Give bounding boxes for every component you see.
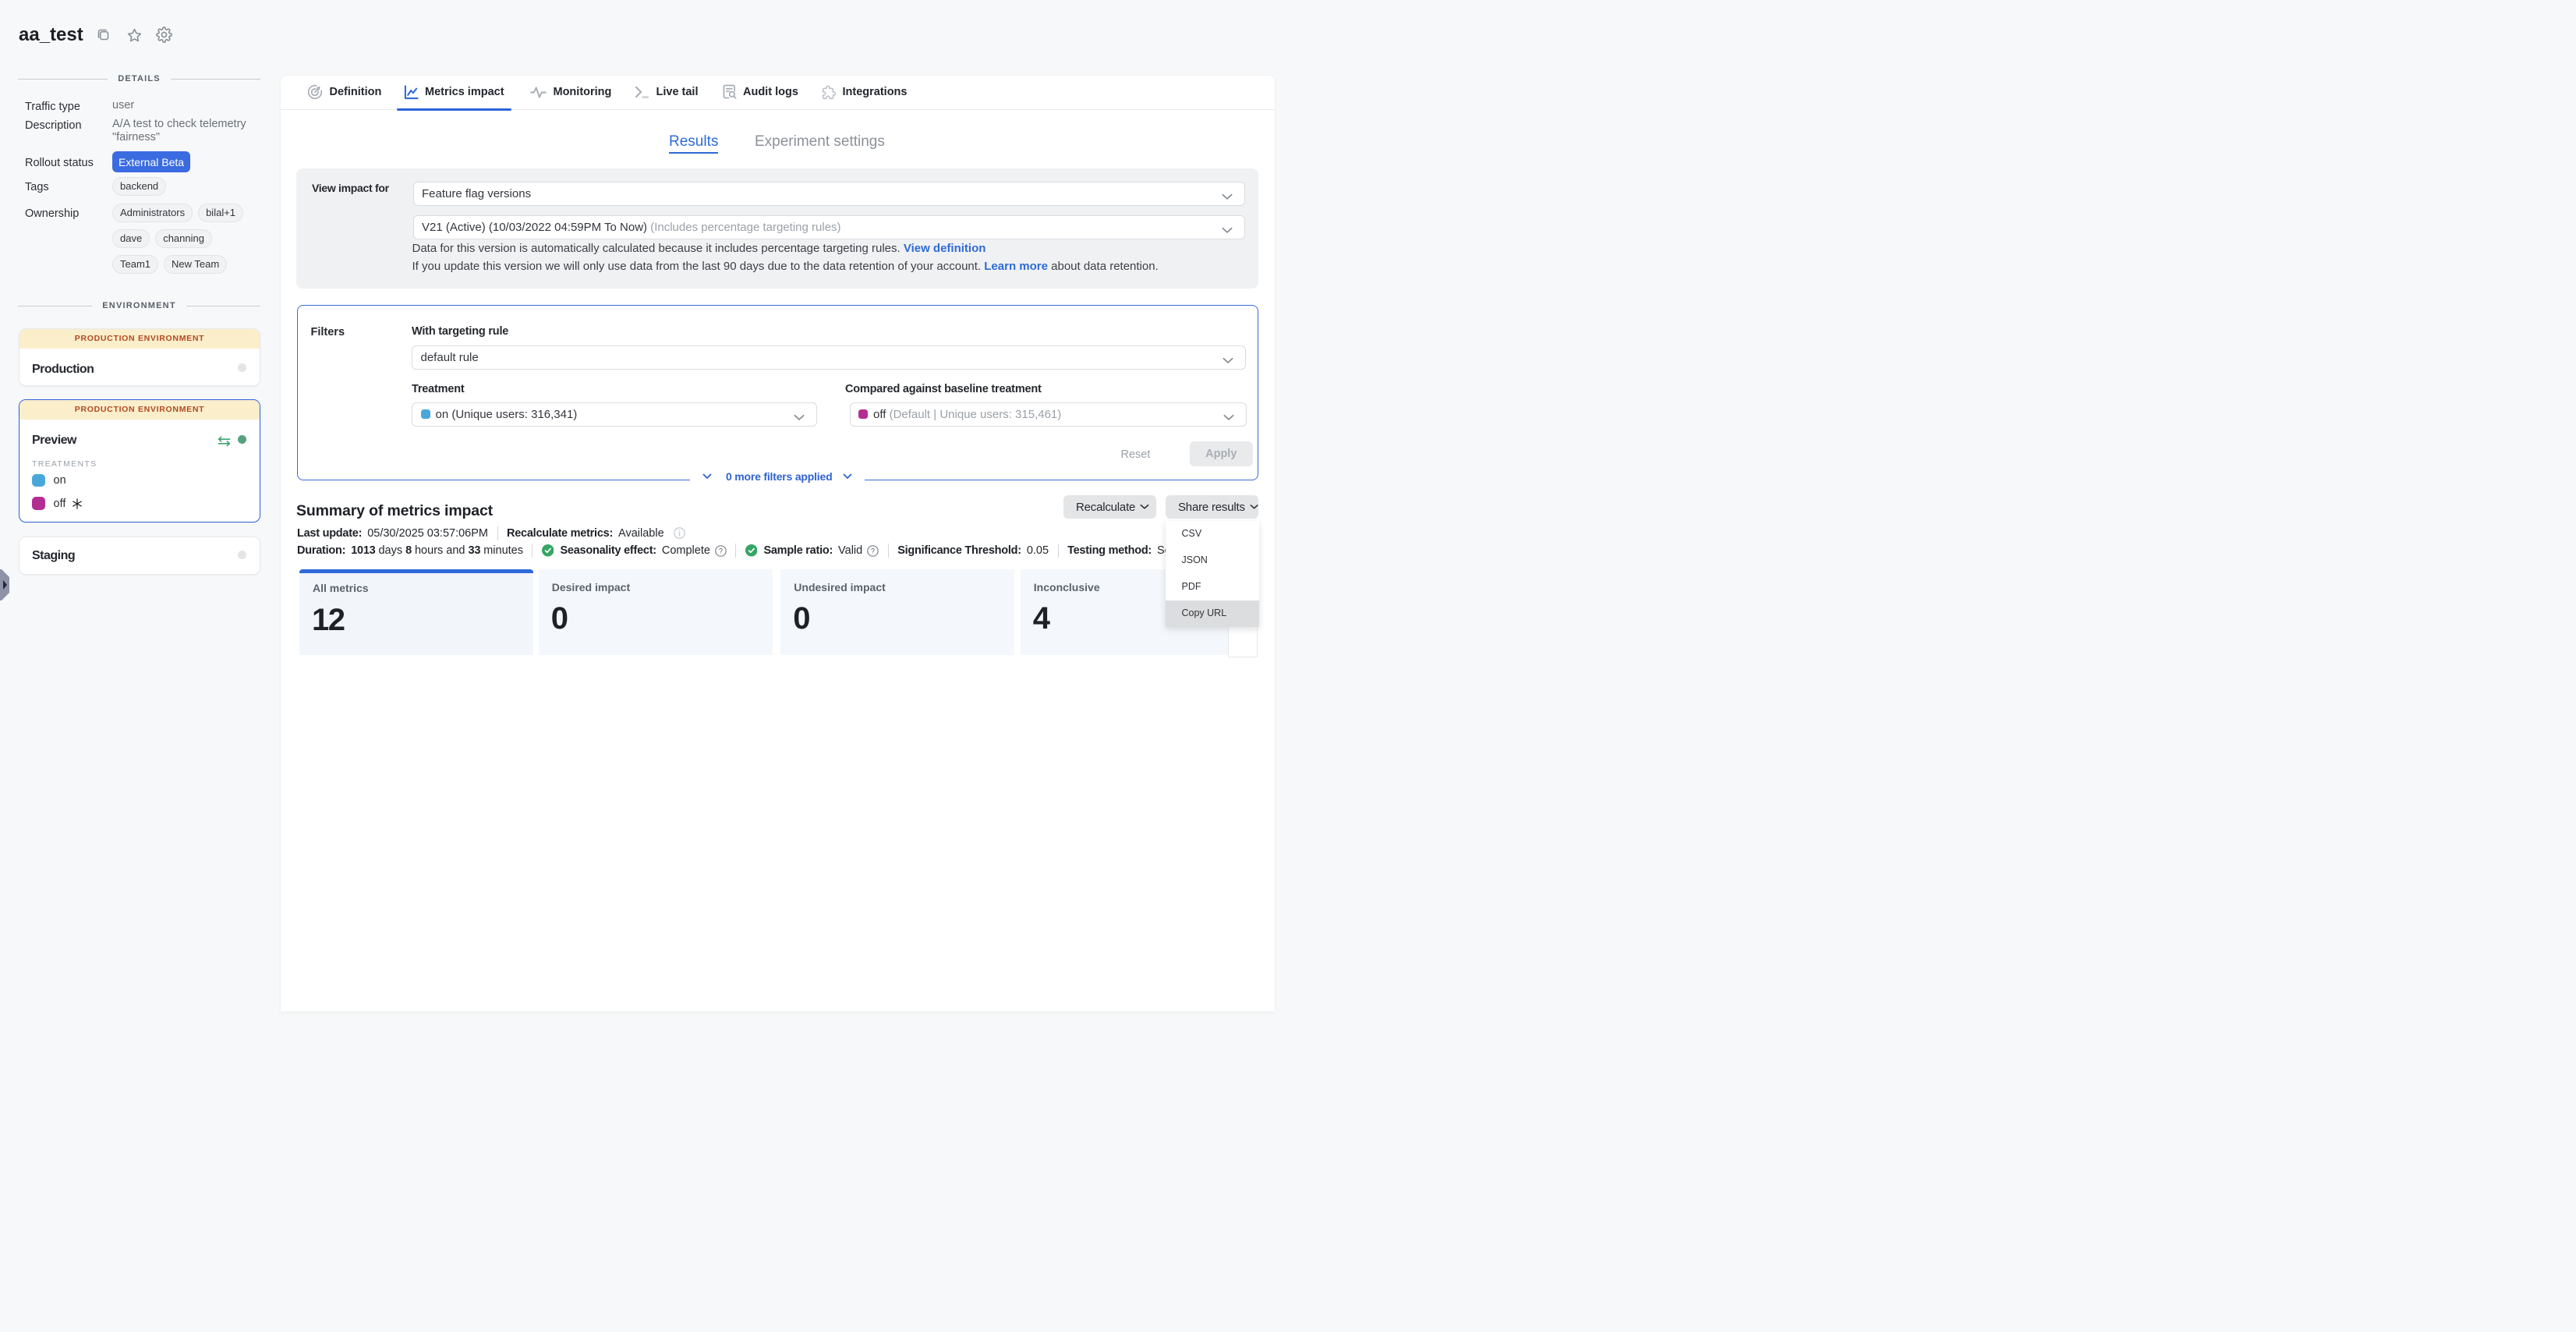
svg-text:?: ? <box>871 547 875 554</box>
svg-text:?: ? <box>719 547 723 554</box>
